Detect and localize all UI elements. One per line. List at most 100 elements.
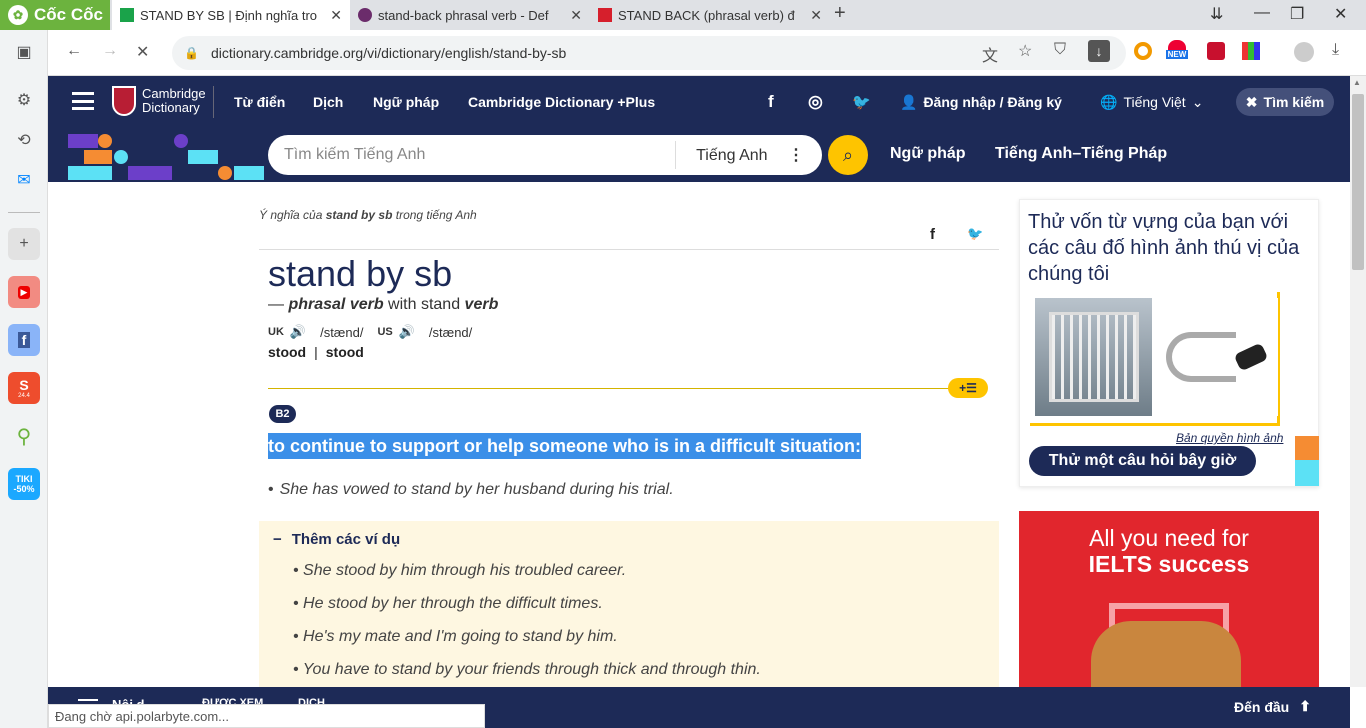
us-audio-icon[interactable]: 🔊 bbox=[399, 324, 415, 340]
uk-audio-icon[interactable]: 🔊 bbox=[290, 324, 306, 340]
tab-active[interactable]: STAND BY SB | Định nghĩa tro ✕ bbox=[112, 0, 350, 30]
example-text: He's my mate and I'm going to stand by h… bbox=[303, 628, 618, 645]
search-button[interactable]: ⌕ bbox=[828, 135, 868, 175]
decor-block bbox=[188, 150, 218, 164]
bookmark-star-icon[interactable]: ☆ bbox=[1018, 41, 1032, 61]
decor-block bbox=[68, 166, 112, 180]
forward-icon[interactable]: → bbox=[102, 42, 118, 60]
restore-icon[interactable]: ❐ bbox=[1290, 4, 1304, 24]
crumb-suffix: trong tiếng Anh bbox=[392, 208, 477, 222]
search-row: Tìm kiếm Tiếng Anh Tiếng Anh ⋮ ⌕ Ngữ phá… bbox=[48, 128, 1350, 182]
translate-icon[interactable]: 文 bbox=[982, 42, 998, 66]
shield-icon[interactable]: ⛉ bbox=[1054, 41, 1066, 59]
lock-icon: 🔒 bbox=[184, 46, 199, 60]
scroll-up-icon[interactable]: ▲ bbox=[1353, 78, 1361, 87]
login-link[interactable]: 👤 Đăng nhập / Đăng ký bbox=[900, 76, 1062, 128]
tab-title: STAND BACK (phrasal verb) đ bbox=[618, 7, 795, 23]
image-credit-link[interactable]: Bản quyền hình ảnh bbox=[1176, 431, 1283, 445]
chevron-down-icon: ⌄ bbox=[1191, 93, 1204, 110]
extension-chrome-icon[interactable] bbox=[1134, 42, 1152, 60]
login-label: Đăng nhập / Đăng ký bbox=[923, 94, 1062, 110]
nav-translate[interactable]: Dịch bbox=[313, 76, 343, 128]
uk-label: UK bbox=[268, 326, 284, 338]
tiki-label: TIKI bbox=[15, 474, 33, 484]
decor-dot bbox=[114, 150, 128, 164]
search-toggle-button[interactable]: ✖ Tìm kiếm bbox=[1236, 88, 1334, 116]
uk-ipa: /stænd/ bbox=[320, 324, 364, 340]
instagram-icon[interactable]: ◎ bbox=[808, 76, 823, 128]
new-tab-icon[interactable]: + bbox=[834, 2, 846, 25]
sidebar-toggle-icon[interactable]: ▣ bbox=[8, 36, 40, 68]
pos-label[interactable]: phrasal verb bbox=[288, 296, 383, 313]
ielts-ad[interactable]: All you need for IELTS success bbox=[1019, 511, 1319, 687]
close-tab-icon[interactable]: ✕ bbox=[570, 7, 582, 24]
verb-form: stood bbox=[268, 344, 307, 360]
tab[interactable]: STAND BACK (phrasal verb) đ ✕ bbox=[590, 0, 830, 30]
close-tab-icon[interactable]: ✕ bbox=[330, 7, 342, 24]
downloads-icon[interactable]: ⤓ bbox=[1332, 41, 1339, 59]
back-to-top-button[interactable]: Đến đầu ⬆ bbox=[1234, 698, 1311, 715]
form-separator: | bbox=[314, 344, 318, 360]
more-vertical-icon: ⋮ bbox=[788, 147, 804, 164]
search-language-select[interactable]: Tiếng Anh ⋮ bbox=[676, 145, 822, 165]
decor-dot bbox=[98, 134, 112, 148]
tiki-sale: -50% bbox=[13, 484, 35, 494]
scrollbar-thumb[interactable] bbox=[1352, 94, 1364, 270]
search-input[interactable]: Tìm kiếm Tiếng Anh Tiếng Anh ⋮ bbox=[268, 135, 822, 175]
decor-block bbox=[68, 134, 98, 148]
sense-rule bbox=[268, 388, 958, 389]
url-text[interactable]: dictionary.cambridge.org/vi/dictionary/e… bbox=[211, 45, 566, 61]
cambridge-logo[interactable]: Cambridge Dictionary bbox=[112, 86, 206, 116]
extension-red-icon[interactable] bbox=[1207, 42, 1225, 60]
tab-search-icon[interactable]: ⇊ bbox=[1210, 4, 1223, 24]
close-window-icon[interactable]: ✕ bbox=[1334, 4, 1347, 24]
crumb-word: stand by sb bbox=[325, 208, 393, 222]
more-examples-toggle[interactable]: − Thêm các ví dụ bbox=[273, 531, 400, 548]
extension-news-icon[interactable]: NEW bbox=[1164, 40, 1190, 64]
tiki-icon[interactable]: TIKI -50% bbox=[8, 468, 40, 500]
browser-brand-label: Cốc Cốc bbox=[34, 5, 103, 24]
search-language-label: Tiếng Anh bbox=[696, 147, 768, 164]
facebook-icon[interactable]: f bbox=[768, 76, 774, 128]
stop-loading-icon[interactable]: ✕ bbox=[136, 42, 149, 62]
decor-block bbox=[84, 150, 112, 164]
back-icon[interactable]: ← bbox=[66, 42, 82, 60]
facebook-icon[interactable]: f bbox=[8, 324, 40, 356]
browser-brand[interactable]: ✿ Cốc Cốc bbox=[0, 0, 110, 30]
youtube-icon[interactable]: ▶ bbox=[8, 276, 40, 308]
close-tab-icon[interactable]: ✕ bbox=[810, 7, 822, 24]
messenger-icon[interactable]: ✉ bbox=[8, 164, 40, 196]
peeler-image bbox=[1154, 298, 1278, 416]
decor-block bbox=[1295, 460, 1319, 486]
pos-verb-link[interactable]: verb bbox=[465, 296, 499, 313]
tab-title: stand-back phrasal verb - Def bbox=[378, 7, 549, 23]
twitter-icon[interactable]: 🐦 bbox=[852, 76, 871, 128]
share-twitter-icon[interactable]: 🐦 bbox=[967, 226, 983, 242]
nav-dictionary[interactable]: Từ điển bbox=[234, 76, 285, 128]
extension-color-icon[interactable] bbox=[1242, 42, 1260, 60]
link-en-fr[interactable]: Tiếng Anh–Tiếng Pháp bbox=[995, 145, 1167, 163]
tab[interactable]: stand-back phrasal verb - Def ✕ bbox=[350, 0, 590, 30]
shopee-badge: 24.4 bbox=[18, 393, 30, 399]
link-grammar[interactable]: Ngữ pháp bbox=[890, 145, 966, 163]
history-icon[interactable]: ⟲ bbox=[8, 124, 40, 156]
language-selector[interactable]: 🌐 Tiếng Việt ⌄ bbox=[1100, 76, 1203, 128]
profile-avatar[interactable] bbox=[1294, 42, 1314, 62]
shopee-icon[interactable]: S 24.4 bbox=[8, 372, 40, 404]
menu-hamburger-icon[interactable] bbox=[72, 92, 94, 110]
quiz-start-button[interactable]: Thử một câu hỏi bây giờ bbox=[1029, 446, 1256, 476]
verb-forms: stood | stood bbox=[268, 344, 364, 360]
nav-plus[interactable]: Cambridge Dictionary +Plus bbox=[468, 76, 655, 128]
ad-line2: IELTS success bbox=[1088, 551, 1250, 577]
nav-grammar[interactable]: Ngữ pháp bbox=[373, 76, 439, 128]
coccoc-assistant-icon[interactable]: ⚲ bbox=[8, 420, 40, 452]
minimize-icon[interactable]: — bbox=[1254, 4, 1270, 22]
download-page-icon[interactable]: ↓ bbox=[1088, 40, 1110, 62]
language-label: Tiếng Việt bbox=[1123, 94, 1186, 110]
search-toggle-label: Tìm kiếm bbox=[1263, 94, 1325, 110]
add-shortcut-icon[interactable]: + bbox=[8, 228, 40, 260]
settings-gear-icon[interactable]: ⚙ bbox=[8, 84, 40, 116]
close-icon: ✖ bbox=[1245, 93, 1258, 110]
share-facebook-icon[interactable]: f bbox=[930, 226, 935, 243]
add-to-wordlist-icon[interactable]: +☰ bbox=[948, 378, 988, 398]
